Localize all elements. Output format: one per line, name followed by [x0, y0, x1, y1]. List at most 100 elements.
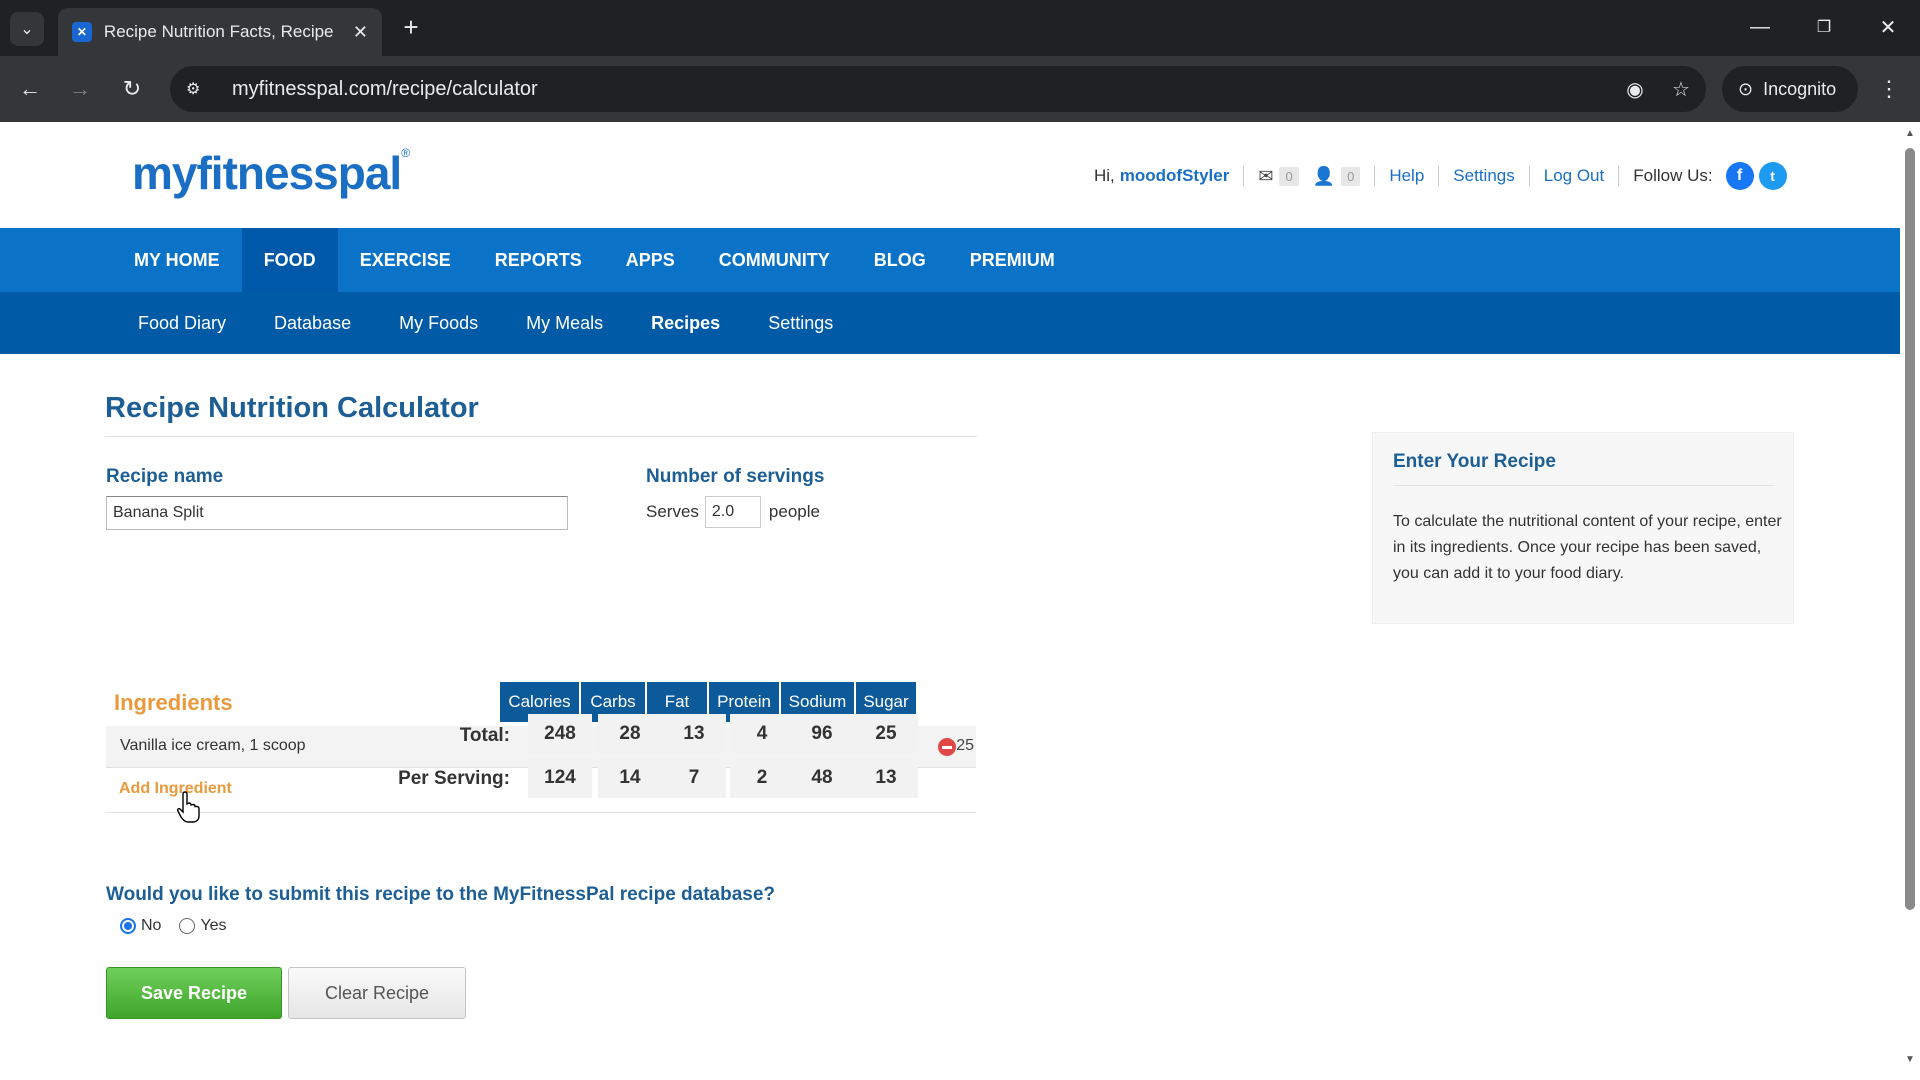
- subnav-settings[interactable]: Settings: [744, 292, 857, 354]
- total-label: Total:: [459, 725, 510, 746]
- incognito-label: Incognito: [1763, 78, 1837, 99]
- per-serving-calories: 124: [528, 758, 592, 798]
- total-fat: 13: [662, 714, 726, 754]
- browser-tab-strip: ⌄ ✕ Recipe Nutrition Facts, Recipe N ✕ +…: [0, 0, 1920, 56]
- site-logo[interactable]: myfitnesspal®: [132, 146, 410, 200]
- nav-my-home[interactable]: MY HOME: [112, 228, 242, 292]
- nav-exercise[interactable]: EXERCISE: [338, 228, 473, 292]
- back-icon[interactable]: ←: [12, 71, 48, 107]
- eye-off-icon[interactable]: ◉: [1620, 75, 1650, 103]
- total-sodium: 96: [790, 714, 854, 754]
- incognito-icon: ⊙: [1738, 78, 1754, 99]
- site-info-icon[interactable]: ⚙: [186, 79, 216, 99]
- hand-cursor-icon: [177, 791, 200, 823]
- help-link[interactable]: Help: [1389, 166, 1424, 186]
- greeting-text: Hi,: [1094, 166, 1115, 185]
- facebook-icon[interactable]: f: [1725, 162, 1754, 190]
- subnav-database[interactable]: Database: [250, 292, 375, 354]
- settings-link[interactable]: Settings: [1453, 166, 1514, 186]
- nav-food[interactable]: FOOD: [241, 228, 338, 292]
- per-serving-fat: 7: [662, 758, 726, 798]
- radio-no-label: No: [141, 917, 162, 934]
- sub-nav: Food Diary Database My Foods My Meals Re…: [0, 292, 1900, 354]
- browser-toolbar: ← → ↻ ⚙ myfitnesspal.com/recipe/calculat…: [0, 56, 1920, 122]
- submit-radio-group: No Yes: [120, 917, 245, 935]
- nav-premium[interactable]: PREMIUM: [948, 228, 1077, 292]
- radio-no-button[interactable]: [120, 918, 136, 934]
- follow-us-label: Follow Us:: [1633, 166, 1713, 185]
- serves-prefix: Serves: [646, 502, 699, 521]
- twitter-icon[interactable]: t: [1758, 162, 1787, 190]
- remove-ingredient-icon[interactable]: [938, 738, 956, 756]
- recipe-name-input[interactable]: [106, 496, 568, 530]
- browser-tab[interactable]: ✕ Recipe Nutrition Facts, Recipe N ✕: [58, 8, 382, 56]
- close-window-icon[interactable]: ✕: [1868, 10, 1908, 44]
- servings-input[interactable]: [704, 496, 761, 528]
- envelope-icon: ✉: [1258, 165, 1274, 186]
- recipe-name-label: Recipe name: [106, 466, 224, 487]
- per-serving-label: Per Serving:: [398, 768, 510, 789]
- ingredient-name: Vanilla ice cream, 1 scoop: [120, 737, 306, 754]
- person-icon: 👤: [1312, 165, 1336, 186]
- page-title: Recipe Nutrition Calculator: [105, 392, 479, 424]
- save-recipe-button[interactable]: Save Recipe: [106, 967, 282, 1019]
- bookmark-star-icon[interactable]: ☆: [1666, 75, 1696, 103]
- tab-title: Recipe Nutrition Facts, Recipe N: [103, 22, 339, 41]
- tab-search-button[interactable]: ⌄: [10, 12, 44, 46]
- scroll-thumb[interactable]: [1905, 148, 1915, 910]
- header-links: Hi, moodofStyler ✉ 0 👤 0 Help Settings L…: [1094, 162, 1787, 190]
- subnav-recipes[interactable]: Recipes: [627, 292, 744, 354]
- radio-yes[interactable]: Yes: [179, 917, 227, 935]
- ingredients-heading: Ingredients: [114, 690, 233, 715]
- panel-divider: [1393, 485, 1775, 486]
- logout-link[interactable]: Log Out: [1544, 166, 1605, 186]
- url-text: myfitnesspal.com/recipe/calculator: [232, 77, 538, 100]
- friends-count: 0: [1341, 166, 1361, 186]
- new-tab-icon[interactable]: +: [396, 12, 426, 42]
- submit-question: Would you like to submit this recipe to …: [106, 884, 776, 905]
- radio-no[interactable]: No: [120, 917, 161, 935]
- ingredients-divider: [106, 812, 976, 813]
- nav-blog[interactable]: BLOG: [852, 228, 948, 292]
- servings-label: Number of servings: [646, 466, 825, 487]
- total-calories: 248: [528, 714, 592, 754]
- per-serving-protein: 2: [730, 758, 794, 798]
- total-protein: 4: [730, 714, 794, 754]
- nav-community[interactable]: COMMUNITY: [697, 228, 852, 292]
- reload-icon[interactable]: ↻: [114, 71, 150, 107]
- radio-yes-label: Yes: [200, 917, 227, 934]
- panel-title: Enter Your Recipe: [1393, 451, 1556, 472]
- nav-reports[interactable]: REPORTS: [473, 228, 604, 292]
- page-scrollbar[interactable]: ▲ ▼: [1900, 122, 1920, 1080]
- minimize-icon[interactable]: —: [1740, 10, 1780, 44]
- servings-row: Serves people: [646, 496, 820, 528]
- close-tab-icon[interactable]: ✕: [353, 22, 368, 43]
- subnav-my-meals[interactable]: My Meals: [502, 292, 627, 354]
- friends-link[interactable]: 👤 0: [1313, 166, 1361, 187]
- serves-suffix: people: [768, 502, 820, 521]
- total-carbs: 28: [598, 714, 662, 754]
- radio-yes-button[interactable]: [179, 918, 196, 934]
- username-link[interactable]: moodofStyler: [1120, 166, 1230, 186]
- nav-apps[interactable]: APPS: [604, 228, 697, 292]
- address-bar[interactable]: ⚙ myfitnesspal.com/recipe/calculator ◉ ☆: [170, 66, 1706, 112]
- browser-menu-icon[interactable]: ⋮: [1874, 71, 1904, 107]
- clear-recipe-button[interactable]: Clear Recipe: [288, 967, 466, 1019]
- total-sugar: 25: [854, 714, 918, 754]
- incognito-indicator[interactable]: ⊙ Incognito: [1722, 66, 1858, 112]
- restore-icon[interactable]: ❐: [1804, 10, 1844, 44]
- scroll-up-icon[interactable]: ▲: [1905, 128, 1915, 139]
- favicon-icon: ✕: [72, 22, 92, 42]
- main-nav: MY HOME FOOD EXERCISE REPORTS APPS COMMU…: [0, 228, 1900, 292]
- scroll-down-icon[interactable]: ▼: [1905, 1054, 1915, 1065]
- title-divider: [105, 436, 977, 437]
- page-content: myfitnesspal® Hi, moodofStyler ✉ 0 👤 0 H…: [0, 122, 1900, 1080]
- subnav-my-foods[interactable]: My Foods: [375, 292, 502, 354]
- messages-count: 0: [1279, 166, 1299, 186]
- per-serving-sugar: 13: [854, 758, 918, 798]
- subnav-food-diary[interactable]: Food Diary: [114, 292, 250, 354]
- per-serving-carbs: 14: [598, 758, 662, 798]
- chevron-down-icon: ⌄: [20, 21, 34, 38]
- messages-link[interactable]: ✉ 0: [1258, 165, 1299, 187]
- forward-icon[interactable]: →: [62, 71, 98, 107]
